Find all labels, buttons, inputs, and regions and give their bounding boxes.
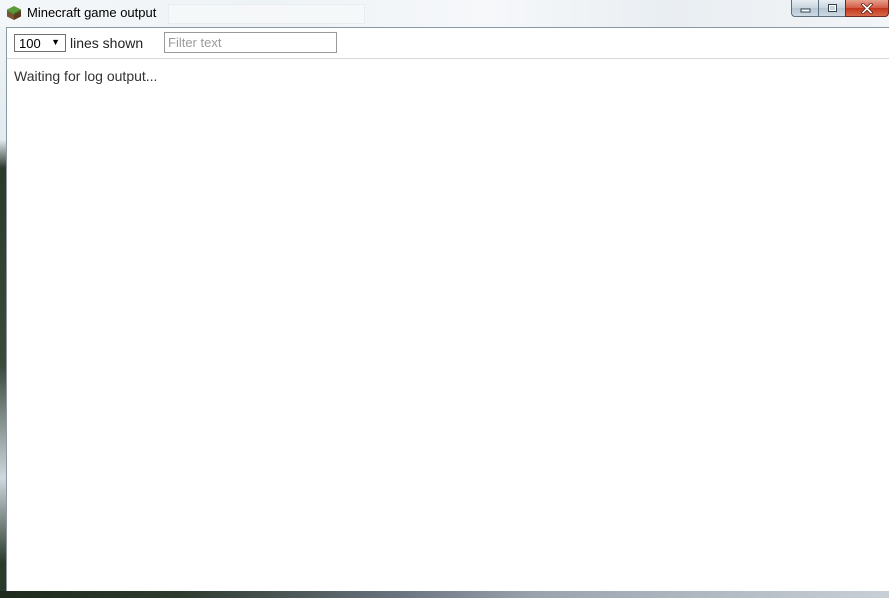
maximize-icon: [827, 3, 838, 13]
toolbar: 100 ▼ lines shown: [7, 28, 889, 59]
maximize-button[interactable]: [818, 0, 845, 17]
lines-shown-select[interactable]: 100 ▼: [14, 34, 66, 52]
taskbar-background-strip: [0, 591, 889, 598]
lines-shown-value: 100: [19, 36, 41, 51]
log-status-text: Waiting for log output...: [14, 68, 158, 84]
background-blur: [168, 4, 365, 24]
log-window-client: 100 ▼ lines shown Waiting for log output…: [6, 27, 889, 591]
close-icon: [861, 2, 873, 14]
close-button[interactable]: [845, 0, 889, 17]
minimize-button[interactable]: [791, 0, 818, 17]
title-bar[interactable]: Minecraft game output: [0, 0, 889, 27]
minecraft-grass-block-icon[interactable]: [6, 5, 22, 21]
dropdown-arrow-icon: ▼: [51, 37, 60, 47]
window-title: Minecraft game output: [27, 5, 157, 20]
filter-text-input[interactable]: [164, 32, 337, 53]
log-output-area[interactable]: Waiting for log output...: [7, 59, 889, 591]
caption-buttons: [791, 0, 889, 19]
lines-shown-label: lines shown: [70, 35, 144, 51]
minimize-icon: [800, 4, 811, 13]
app-window: Minecraft game output 100 ▼ lines shown …: [0, 0, 889, 598]
